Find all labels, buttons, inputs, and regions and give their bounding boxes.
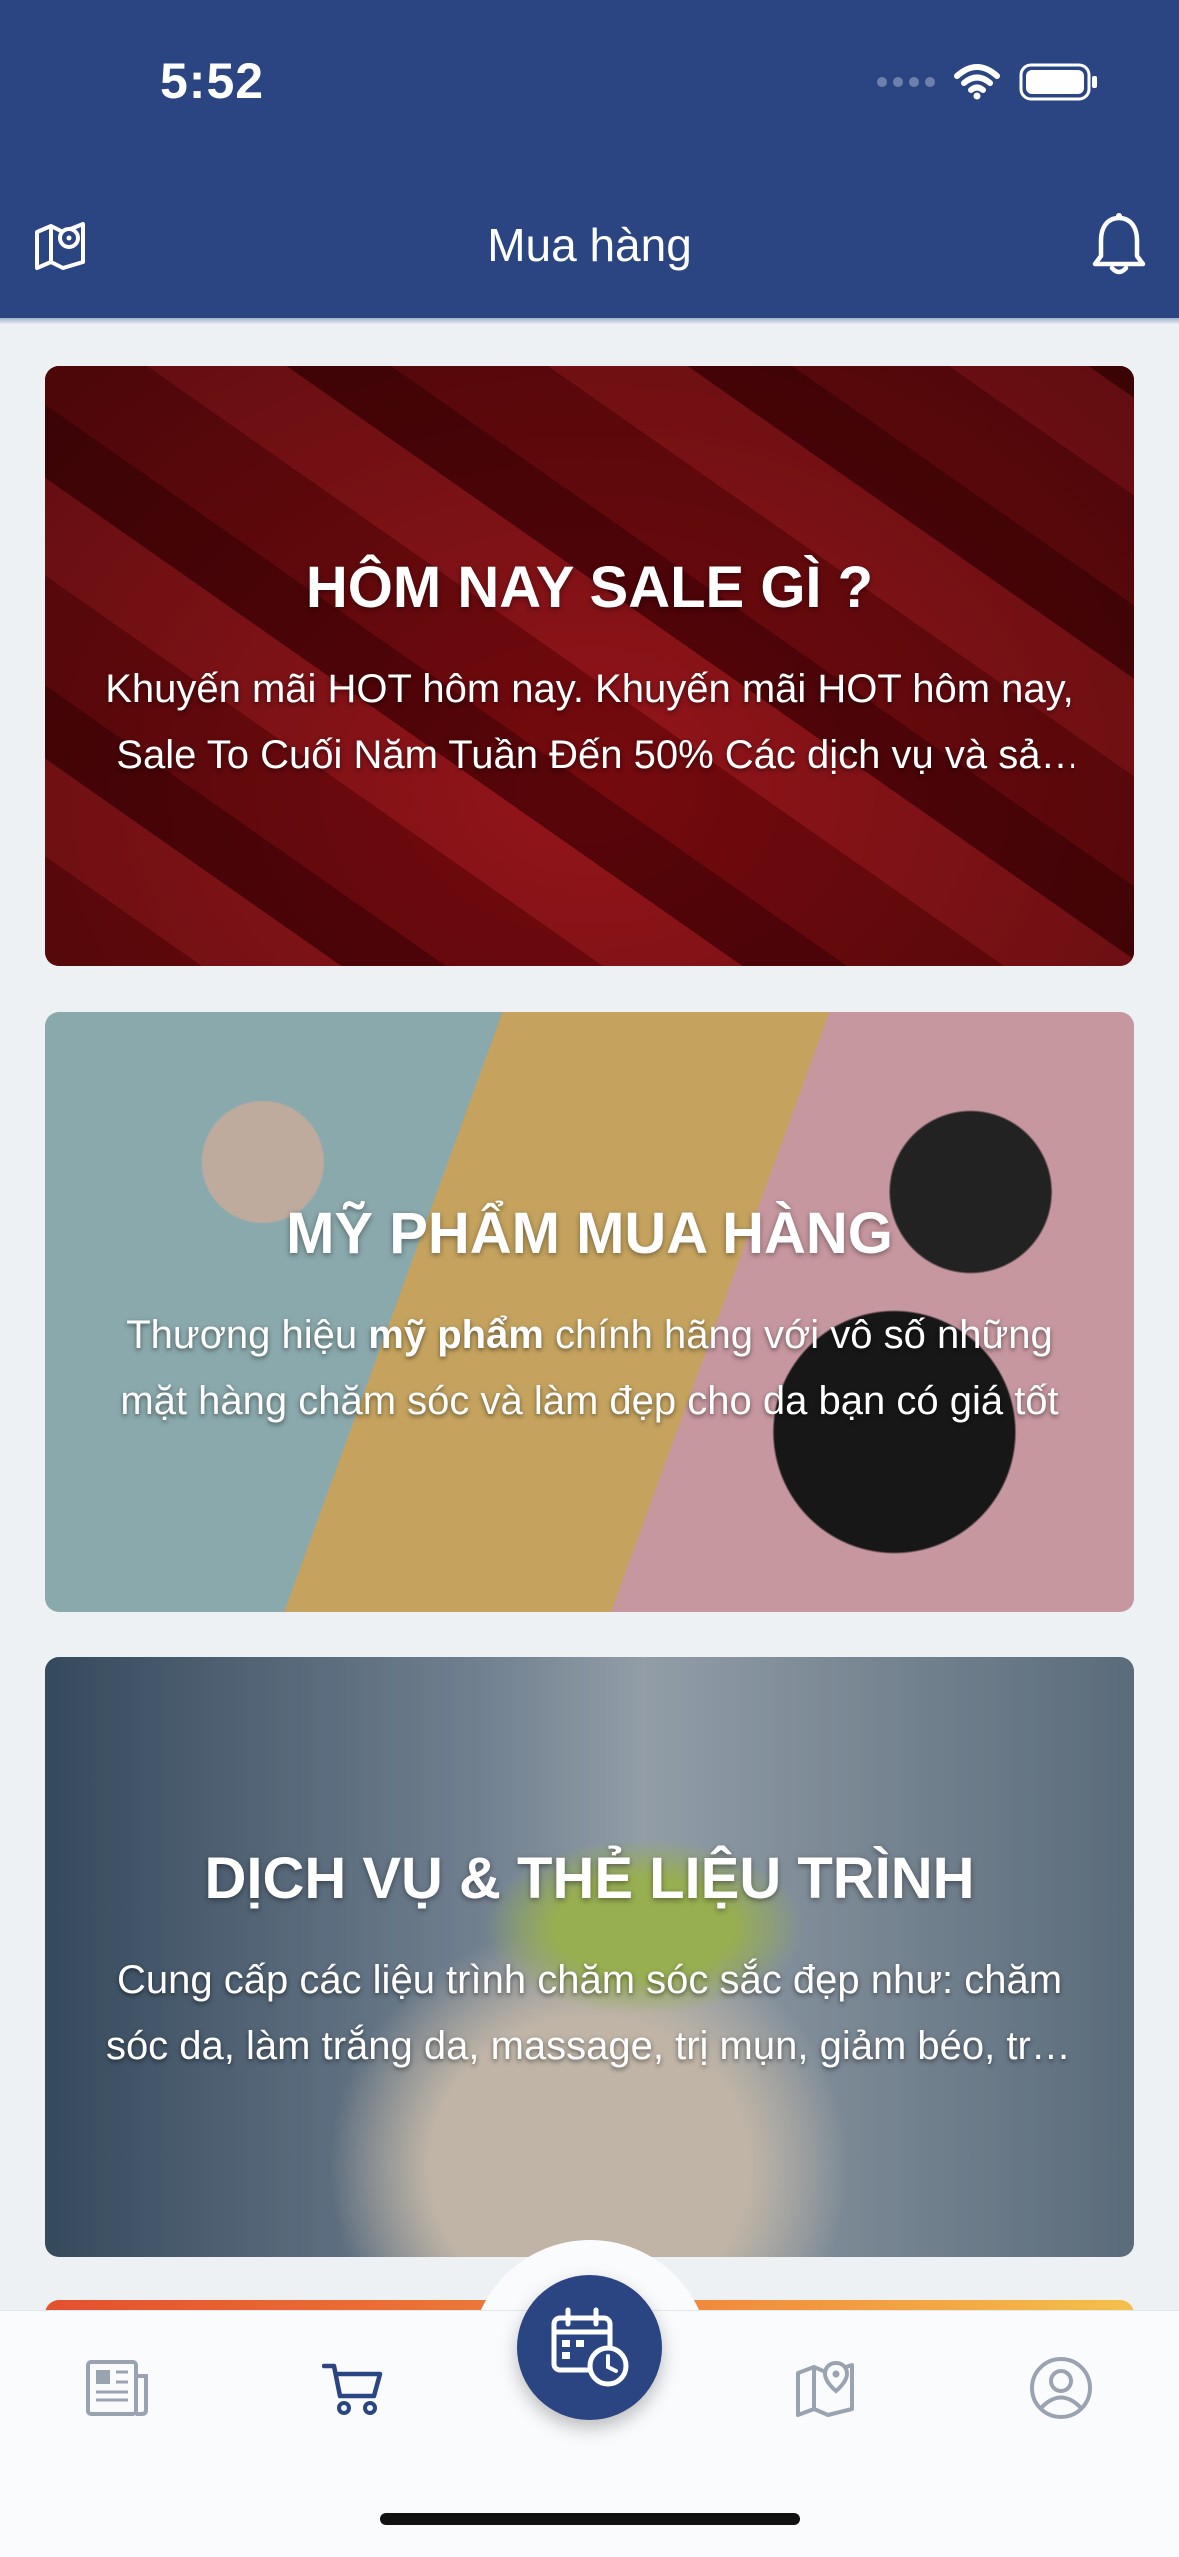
card-description: Thương hiệu mỹ phẩm chính hãng với vô số… — [105, 1302, 1074, 1434]
nav-map[interactable] — [780, 2343, 870, 2433]
card-description: Khuyến mãi HOT hôm nay. Khuyến mãi HOT h… — [105, 667, 1074, 777]
app-header: 5:52 Mua hàng — [0, 0, 1179, 318]
signal-icon — [877, 77, 935, 87]
card-title: DỊCH VỤ & THẺ LIỆU TRÌNH — [204, 1846, 975, 1911]
notification-button[interactable] — [1079, 205, 1159, 285]
cart-icon — [322, 2363, 383, 2415]
booking-fab[interactable] — [517, 2275, 662, 2420]
wifi-icon — [954, 64, 1000, 100]
card-description: Cung cấp các liệu trình chăm sóc sắc đẹp… — [105, 1958, 1074, 2068]
status-time: 5:52 — [160, 53, 265, 109]
promo-card-cosmetics[interactable]: MỸ PHẨM MUA HÀNG Thương hiệu mỹ phẩm chí… — [45, 1012, 1134, 1612]
nav-profile[interactable] — [1016, 2343, 1106, 2433]
user-circle-icon — [1030, 2357, 1092, 2419]
card-description-bold: mỹ phẩm — [368, 1313, 544, 1357]
map-pin-icon — [796, 2360, 854, 2417]
newspaper-icon — [86, 2360, 148, 2416]
bell-icon — [1092, 213, 1146, 275]
nav-news[interactable] — [72, 2343, 162, 2433]
home-indicator — [380, 2513, 800, 2525]
battery-icon — [1019, 63, 1097, 101]
card-title: HÔM NAY SALE GÌ ? — [305, 555, 874, 620]
page-title: Mua hàng — [487, 219, 692, 271]
calendar-clock-icon — [551, 2307, 628, 2386]
card-description-text: Thương hiệu — [126, 1313, 369, 1357]
promo-card-sale[interactable]: HÔM NAY SALE GÌ ? Khuyến mãi HOT hôm nay… — [45, 366, 1134, 966]
header-divider — [0, 318, 1179, 324]
nav-cart[interactable] — [308, 2343, 398, 2433]
promo-card-services[interactable]: DỊCH VỤ & THẺ LIỆU TRÌNH Cung cấp các li… — [45, 1657, 1134, 2257]
card-title: MỸ PHẨM MUA HÀNG — [286, 1201, 893, 1266]
status-icons — [877, 62, 1099, 102]
